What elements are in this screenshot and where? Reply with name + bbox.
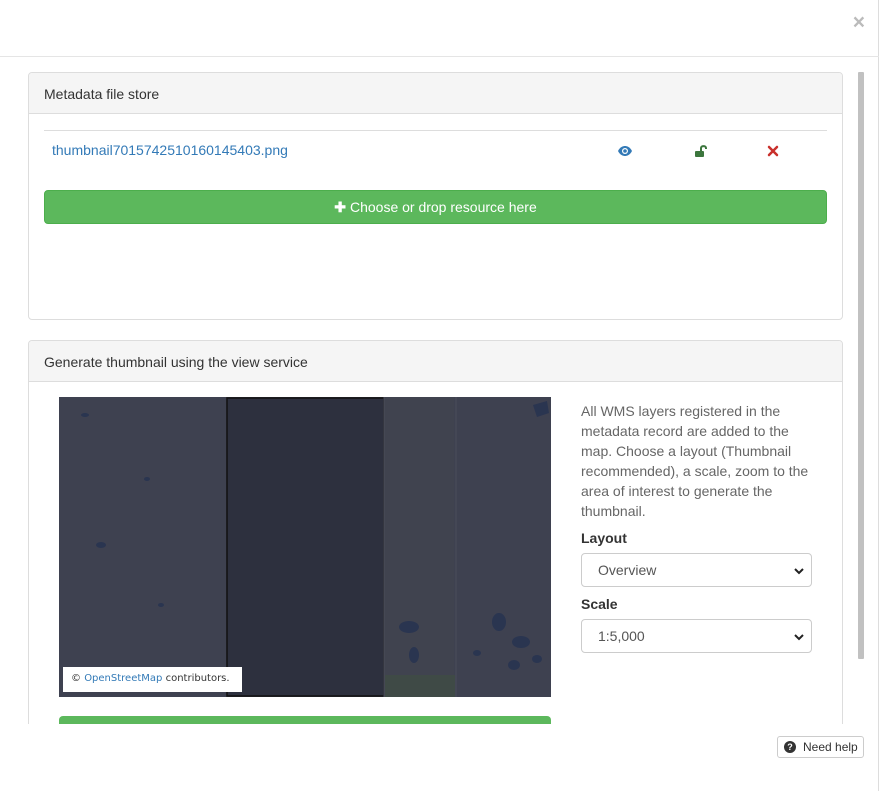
choose-resource-label: Choose or drop resource here [349,199,537,215]
map-canvas [59,397,551,697]
layout-value: Overview [598,562,657,578]
thumbnail-panel: Generate thumbnail using the view servic… [28,340,843,724]
scale-select[interactable]: 1:5,000 [581,619,812,653]
openstreetmap-link[interactable]: OpenStreetMap [84,673,162,684]
need-help-label: Need help [803,740,858,754]
file-link[interactable]: thumbnail7015742510160145403.png [52,142,288,158]
need-help-button[interactable]: ? Need help [777,736,864,758]
scale-value: 1:5,000 [598,628,645,644]
map-view[interactable]: © OpenStreetMap contributors. [59,397,551,697]
generate-thumbnail-button[interactable] [59,716,551,724]
chevron-down-icon [793,564,805,580]
thumbnail-options: All WMS layers registered in the metadat… [581,401,813,653]
attribution-prefix: © [71,673,81,684]
chevron-down-icon [793,630,805,646]
layout-label: Layout [581,530,627,546]
eye-icon[interactable] [617,143,633,159]
scale-label: Scale [581,596,618,612]
file-store-panel: Metadata file store thumbnail70157425101… [28,72,843,320]
map-attribution: © OpenStreetMap contributors. [63,667,242,692]
question-icon: ? [784,741,796,753]
scrollbar[interactable] [858,72,864,659]
unlock-icon[interactable] [693,143,709,159]
plus-icon: ✚ [334,199,346,215]
modal-header: × [0,0,879,57]
thumbnail-description: All WMS layers registered in the metadat… [581,403,809,519]
attribution-suffix: contributors. [165,673,230,684]
thumbnail-heading: Generate thumbnail using the view servic… [29,341,842,382]
modal-body: Metadata file store thumbnail70157425101… [0,57,879,724]
layout-select[interactable]: Overview [581,553,812,587]
choose-resource-button[interactable]: ✚ Choose or drop resource here [44,190,827,224]
file-row: thumbnail7015742510160145403.png [44,130,827,170]
close-icon[interactable]: × [853,12,865,33]
modal-dialog: × Metadata file store thumbnail701574251… [0,0,879,791]
remove-icon[interactable] [765,143,781,159]
file-store-heading: Metadata file store [29,73,842,114]
